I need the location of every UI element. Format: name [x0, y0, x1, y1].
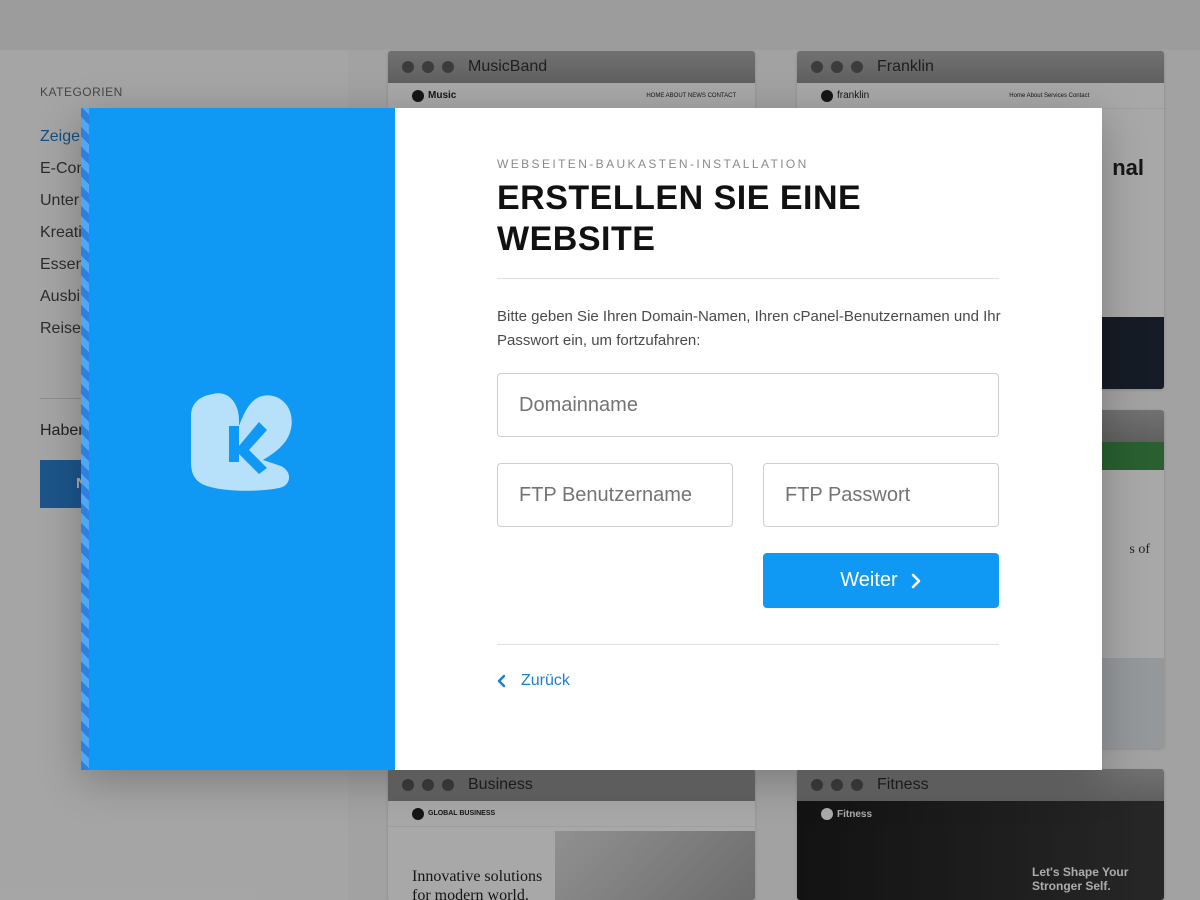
dialog-brand-panel [81, 108, 395, 770]
ftp-username-input[interactable] [497, 463, 733, 527]
dialog-title: ERSTELLEN SIE EINE WEBSITE [497, 179, 862, 258]
chevron-left-icon [497, 674, 506, 688]
ftp-password-input[interactable] [763, 463, 999, 527]
next-button[interactable]: Weiter [763, 553, 999, 608]
dialog-eyebrow: WEBSEITEN-BAUKASTEN-INSTALLATION [497, 157, 809, 171]
domain-input[interactable] [497, 373, 999, 437]
back-link[interactable]: Zurück [497, 672, 570, 690]
install-dialog: WEBSEITEN-BAUKASTEN-INSTALLATION ERSTELL… [81, 108, 1102, 770]
dialog-description: Bitte geben Sie Ihren Domain-Namen, Ihre… [497, 308, 1001, 349]
brand-panel-stripe [81, 108, 89, 770]
title-divider [497, 278, 999, 279]
footer-divider [497, 644, 999, 645]
next-button-label: Weiter [840, 569, 898, 591]
dialog-form-panel: WEBSEITEN-BAUKASTEN-INSTALLATION ERSTELL… [395, 108, 1102, 770]
chevron-right-icon [911, 573, 921, 588]
brand-k-logo-icon [191, 393, 292, 491]
back-link-label: Zurück [521, 672, 570, 689]
